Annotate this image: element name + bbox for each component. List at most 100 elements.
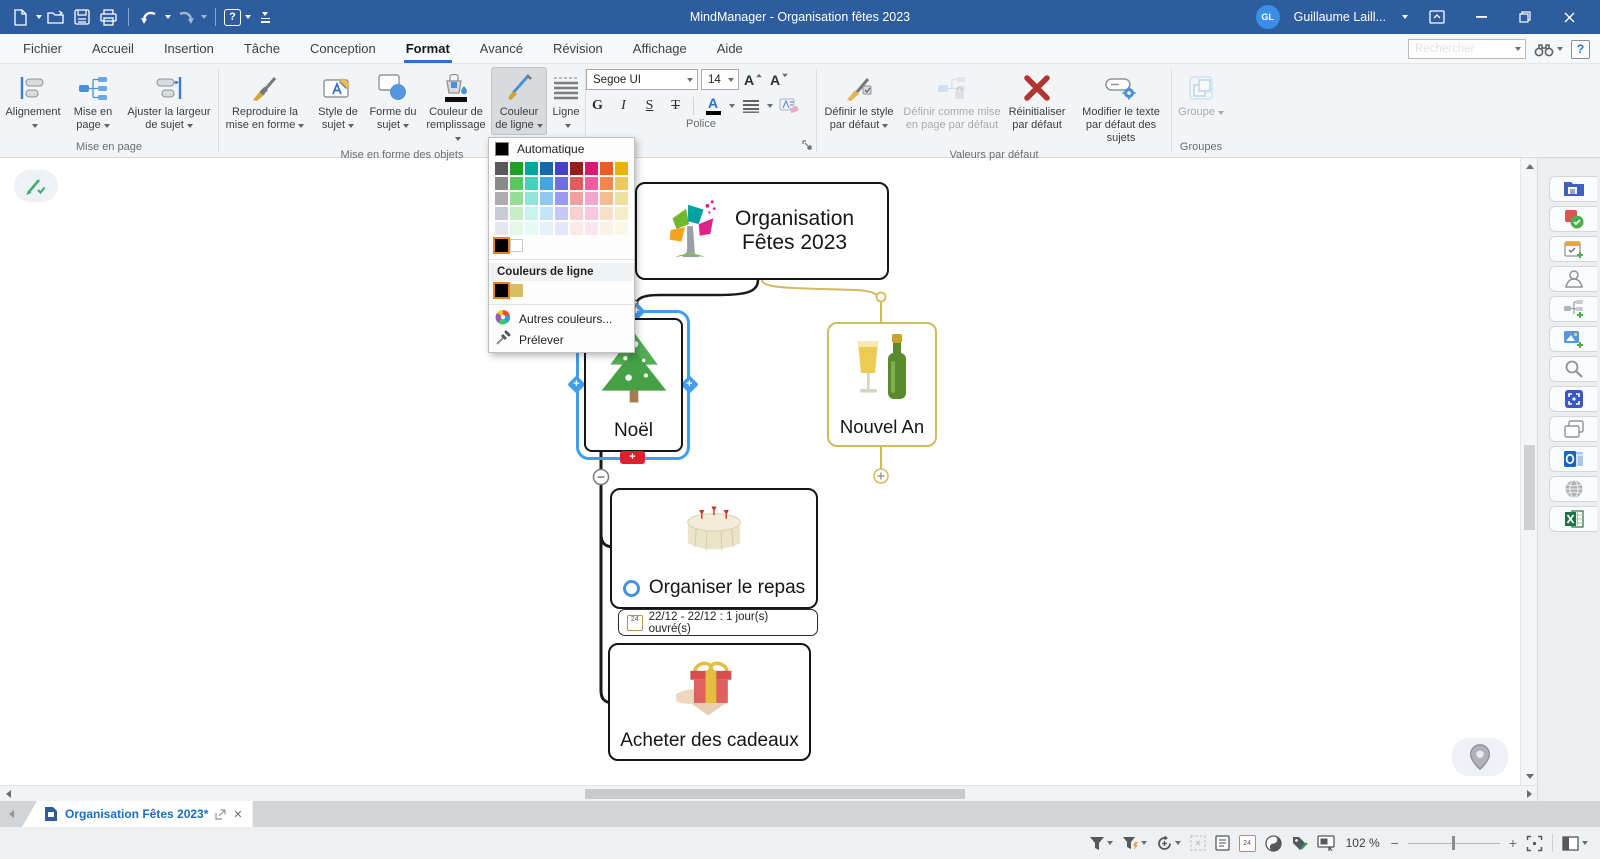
color-swatch[interactable] <box>615 162 628 175</box>
excel-pane-button[interactable] <box>1549 506 1597 532</box>
new-document-icon[interactable] <box>8 5 32 29</box>
mise-en-page-button[interactable]: Mise en page <box>64 67 122 135</box>
tag-edit-button[interactable] <box>1291 833 1308 853</box>
user-menu-caret[interactable] <box>1402 15 1408 19</box>
web-pane-button[interactable] <box>1549 476 1597 502</box>
map-canvas[interactable]: Organisation Fêtes 2023 + + + Noël + Nou… <box>0 158 1537 785</box>
refresh-button[interactable] <box>1156 833 1181 853</box>
notes-view-button[interactable] <box>1215 833 1230 853</box>
color-swatch[interactable] <box>615 222 628 235</box>
color-swatch[interactable] <box>570 177 583 190</box>
color-swatch[interactable] <box>540 222 553 235</box>
color-swatch[interactable] <box>570 207 583 220</box>
topic-organiser-le-repas[interactable]: Organiser le repas <box>610 488 818 609</box>
color-swatch[interactable] <box>525 162 538 175</box>
color-swatch[interactable] <box>600 177 613 190</box>
zoom-slider[interactable] <box>1408 836 1500 850</box>
color-swatch[interactable] <box>600 192 613 205</box>
schedule-pane-button[interactable] <box>1549 236 1597 262</box>
task-date-band[interactable]: 24 22/12 - 22/12 : 1 jour(s) ouvré(s) <box>618 609 818 636</box>
color-swatch[interactable] <box>600 162 613 175</box>
images-pane-button[interactable] <box>1549 326 1597 352</box>
more-colors-item[interactable]: Autres couleurs... <box>489 308 634 329</box>
progress-indicator[interactable] <box>623 580 640 597</box>
zoom-out-button[interactable]: − <box>1391 836 1399 850</box>
resources-pane-button[interactable] <box>1549 266 1597 292</box>
couleur-remplissage-button[interactable]: Couleur de remplissage <box>421 67 491 147</box>
user-name[interactable]: Guillaume Laill... <box>1294 10 1386 24</box>
help-caret[interactable] <box>245 15 251 19</box>
color-swatch[interactable] <box>495 284 508 297</box>
close-button[interactable] <box>1554 5 1584 29</box>
binoculars-icon[interactable] <box>1534 42 1563 57</box>
map-index-pane-button[interactable] <box>1549 176 1597 202</box>
modifier-texte-defaut-button[interactable]: Modifier le texte par défaut des sujets <box>1071 67 1171 147</box>
color-swatch[interactable] <box>510 177 523 190</box>
help-button[interactable]: ? <box>1571 40 1590 59</box>
map-pin-button[interactable] <box>1452 738 1508 776</box>
user-avatar[interactable]: GL <box>1256 5 1280 29</box>
scroll-up-arrow[interactable] <box>1521 158 1537 175</box>
menu-tab-conception[interactable]: Conception <box>295 34 391 63</box>
color-swatch[interactable] <box>540 207 553 220</box>
panel-layout-button[interactable] <box>1562 833 1588 853</box>
color-swatch[interactable] <box>510 222 523 235</box>
search-pane-button[interactable] <box>1549 356 1597 382</box>
color-swatch[interactable] <box>585 162 598 175</box>
color-swatch[interactable] <box>525 192 538 205</box>
outlook-pane-button[interactable] <box>1549 446 1597 472</box>
color-swatch[interactable] <box>495 177 508 190</box>
tab-close-icon[interactable]: ✕ <box>233 808 242 821</box>
scroll-down-arrow[interactable] <box>1521 768 1537 785</box>
document-tab[interactable]: Organisation Fêtes 2023* ✕ <box>22 801 253 827</box>
police-dialog-launcher-icon[interactable] <box>802 137 812 155</box>
zoom-in-button[interactable]: + <box>1509 836 1517 850</box>
map-parts-pane-button[interactable] <box>1549 296 1597 322</box>
color-swatch[interactable] <box>615 192 628 205</box>
reinitialiser-defaut-button[interactable]: Réinitialiser par défaut <box>1003 67 1071 135</box>
color-swatch[interactable] <box>615 177 628 190</box>
font-color-caret[interactable] <box>729 104 735 108</box>
color-swatch[interactable] <box>525 177 538 190</box>
font-name-select[interactable]: Segoe UI <box>586 69 698 90</box>
color-swatch[interactable] <box>495 162 508 175</box>
color-swatch[interactable] <box>585 207 598 220</box>
color-swatch[interactable] <box>495 239 508 252</box>
color-swatch[interactable] <box>585 192 598 205</box>
color-swatch[interactable] <box>555 207 568 220</box>
menu-tab-tâche[interactable]: Tâche <box>229 34 295 63</box>
color-swatch[interactable] <box>555 177 568 190</box>
line-spacing-button[interactable] <box>738 95 764 116</box>
menu-tab-révision[interactable]: Révision <box>538 34 618 63</box>
grow-font-button[interactable]: A <box>742 69 765 90</box>
customize-toolbar-icon[interactable] <box>253 5 277 29</box>
menu-tab-insertion[interactable]: Insertion <box>149 34 229 63</box>
color-swatch[interactable] <box>585 222 598 235</box>
italic-button[interactable]: I <box>612 95 635 116</box>
color-swatch[interactable] <box>510 207 523 220</box>
color-swatch[interactable] <box>570 192 583 205</box>
shrink-font-button[interactable]: A <box>768 69 791 90</box>
search-caret[interactable] <box>1515 47 1521 51</box>
popout-icon[interactable] <box>215 809 226 820</box>
menu-tab-accueil[interactable]: Accueil <box>77 34 149 63</box>
restore-button[interactable] <box>1510 5 1540 29</box>
fit-map-button[interactable] <box>1526 833 1543 853</box>
color-swatch[interactable] <box>570 162 583 175</box>
edit-mode-indicator[interactable] <box>14 170 58 202</box>
color-swatch[interactable] <box>600 207 613 220</box>
color-swatch[interactable] <box>495 192 508 205</box>
horizontal-scrollbar[interactable] <box>0 785 1537 801</box>
filter-button[interactable] <box>1089 833 1113 853</box>
bold-button[interactable]: G <box>586 95 609 116</box>
color-swatch[interactable] <box>495 207 508 220</box>
topic-nouvel-an[interactable]: Nouvel An <box>827 322 937 447</box>
color-swatch[interactable] <box>540 162 553 175</box>
clear-formatting-button[interactable] <box>776 95 802 116</box>
markers-pane-button[interactable] <box>1549 206 1597 232</box>
color-swatch[interactable] <box>555 162 568 175</box>
undo-icon[interactable] <box>137 5 161 29</box>
tags-view-button[interactable] <box>1265 833 1282 853</box>
style-de-sujet-button[interactable]: Style de sujet <box>311 67 365 135</box>
menu-tab-avancé[interactable]: Avancé <box>465 34 538 63</box>
